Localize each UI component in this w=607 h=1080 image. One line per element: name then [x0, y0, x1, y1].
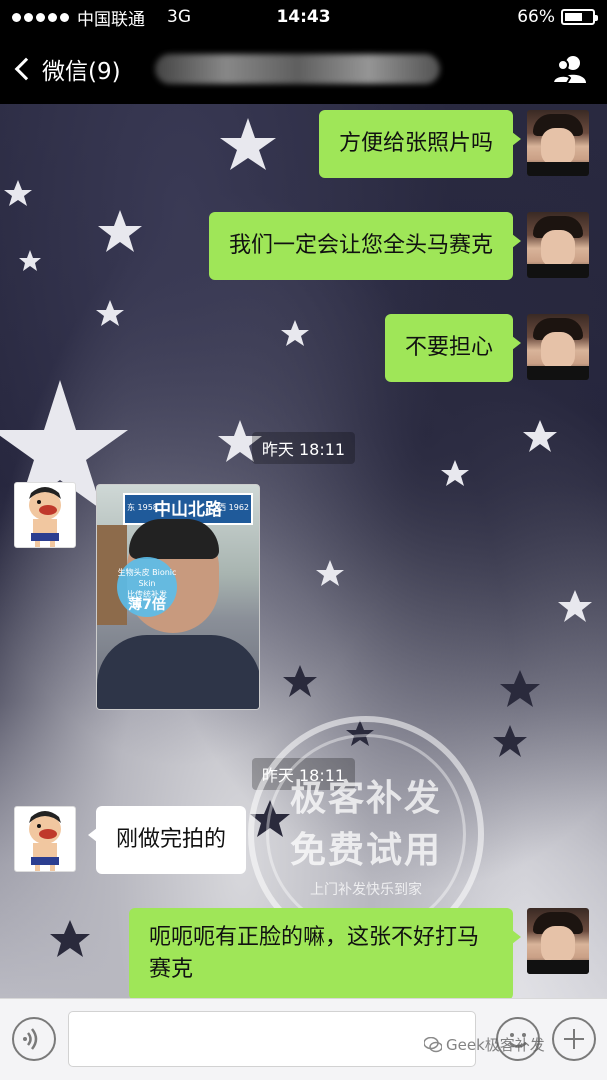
message-row: 方便给张照片吗: [318, 110, 589, 178]
footer-watermark: Geek极客补发: [424, 1034, 545, 1055]
chat-screen: 中国联通 3G 14:43 66% 微信(9) 方便给张照片吗 我们一定会让您全…: [0, 0, 607, 1080]
chevron-left-icon: [14, 57, 38, 81]
timestamp-label: 昨天 18:11: [251, 432, 356, 464]
status-bar: 中国联通 3G 14:43 66%: [0, 0, 607, 34]
message-bubble[interactable]: 方便给张照片吗: [318, 110, 522, 178]
voice-icon: [23, 1028, 38, 1050]
battery-icon: [561, 9, 598, 25]
message-row: 呃呃呃有正脸的嘛，这张不好打马赛克: [129, 908, 589, 1000]
message-row: 不要担心: [384, 314, 589, 382]
back-label: 微信(9): [42, 59, 121, 85]
avatar[interactable]: [527, 908, 589, 974]
battery-status: 66%: [517, 7, 598, 27]
add-attachment-button[interactable]: [552, 1017, 596, 1061]
message-bubble[interactable]: 刚做完拍的: [87, 806, 247, 874]
contacts-icon[interactable]: [551, 54, 589, 84]
message-row: 刚做完拍的: [14, 806, 247, 874]
voice-input-button[interactable]: [12, 1017, 56, 1061]
promo-badge: 生物头皮 Bionic Skin 比传统补发 薄7倍: [117, 557, 177, 617]
chat-title-blurred: [154, 54, 440, 84]
message-bubble[interactable]: 我们一定会让您全头马赛克: [208, 212, 522, 280]
battery-percent: 66%: [517, 7, 555, 27]
message-bubble[interactable]: 不要担心: [384, 314, 522, 382]
avatar[interactable]: [527, 314, 589, 380]
avatar[interactable]: [14, 806, 76, 872]
message-input[interactable]: [68, 1011, 476, 1067]
message-row: 我们一定会让您全头马赛克: [208, 212, 589, 280]
avatar[interactable]: [527, 212, 589, 278]
nav-bar: 微信(9): [0, 34, 607, 104]
timestamp: 昨天 18:11: [0, 432, 607, 464]
avatar[interactable]: [527, 110, 589, 176]
wechat-logo-icon: [424, 1036, 442, 1052]
avatar[interactable]: [14, 482, 76, 548]
photo-message[interactable]: 中山北路 东 1958 西 1962 生物头皮 Bionic Skin 比传统补…: [96, 484, 260, 710]
message-row: [14, 482, 76, 548]
clock: 14:43: [276, 7, 331, 27]
back-button[interactable]: 微信(9): [0, 52, 121, 86]
message-bubble[interactable]: 呃呃呃有正脸的嘛，这张不好打马赛克: [129, 908, 521, 1000]
